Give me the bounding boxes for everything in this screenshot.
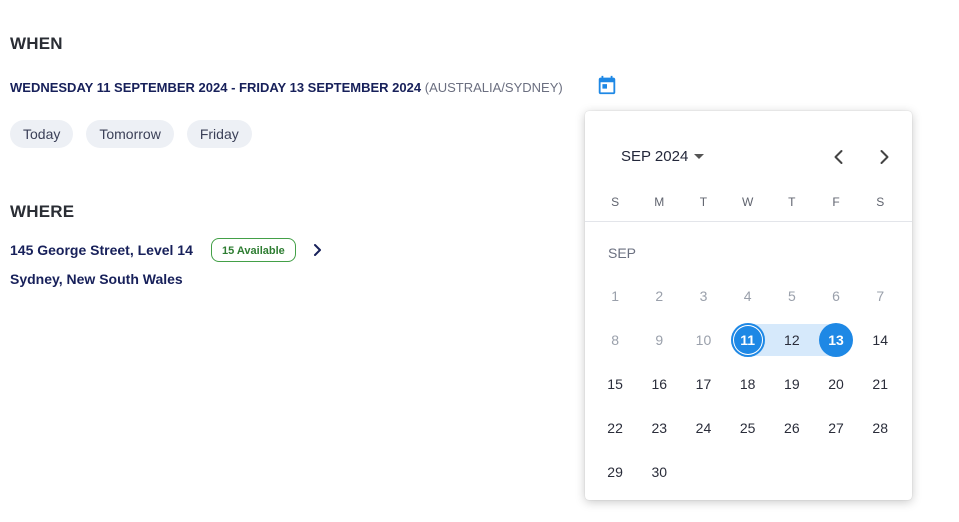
calendar-day-1: 1 [611,288,619,304]
date-picker-popup: SEP 2024 S M T W T F S SEP 1 2 3 4 5 6 7 8 9 10 11… [585,111,912,500]
calendar-day-29[interactable]: 29 [593,450,637,494]
weekday-label: W [741,195,754,209]
address-line-2: Sydney, New South Wales [10,271,183,287]
month-label: SEP [608,245,637,261]
chip-tomorrow[interactable]: Tomorrow [86,120,174,148]
calendar-day-22[interactable]: 22 [593,406,637,450]
weekday-header: S M T W T F S [593,195,902,209]
calendar-day-25[interactable]: 25 [726,406,770,450]
calendar-week-row: 1 2 3 4 5 6 7 [593,274,903,318]
calendar-day-9: 9 [655,332,664,348]
month-year-selector[interactable]: SEP 2024 [621,148,705,165]
weekday-label: M [654,195,665,209]
chip-friday[interactable]: Friday [186,120,252,148]
divider [585,221,912,222]
calendar-day-20[interactable]: 20 [814,362,858,406]
availability-badge: 15 Available [211,238,296,262]
weekday-label: F [832,195,840,209]
calendar-empty-cell [814,450,858,494]
calendar-week-row: 22 23 24 25 26 27 28 [593,406,903,450]
calendar-empty-cell [726,450,770,494]
weekday-label: S [611,195,620,209]
where-heading: WHERE [10,202,75,221]
calendar-day-26[interactable]: 26 [770,406,814,450]
calendar-day-30[interactable]: 30 [637,450,681,494]
date-range-text: WEDNESDAY 11 SEPTEMBER 2024 - FRIDAY 13 … [10,80,422,95]
calendar-week-row: 15 16 17 18 19 20 21 [593,362,903,406]
calendar-day-16[interactable]: 16 [637,362,681,406]
calendar-day-2: 2 [655,288,664,304]
chevron-right-icon[interactable] [872,145,896,169]
selected-date-range: WEDNESDAY 11 SEPTEMBER 2024 - FRIDAY 13 … [10,80,563,95]
calendar-empty-cell [681,450,725,494]
calendar-day-15[interactable]: 15 [593,362,637,406]
chip-today[interactable]: Today [10,120,74,148]
selected-day-marker: 11 [730,323,765,357]
calendar-day-21[interactable]: 21 [858,362,902,406]
address-line-1: 145 George Street, Level 14 [10,242,193,258]
month-year-label: SEP 2024 [621,148,689,165]
calendar-day-4: 4 [743,288,752,304]
calendar-day-12[interactable]: 12 [770,318,814,362]
weekday-label: T [788,195,796,209]
day-grid: 1 2 3 4 5 6 7 8 9 10 11 12 13 14 15 16 17 18 19 20 21 22 23 24 2… [593,274,903,494]
calendar-day-14[interactable]: 14 [858,318,902,362]
calendar-day-6: 6 [832,288,840,304]
calendar-day-24[interactable]: 24 [681,406,725,450]
calendar-week-row: 29 30 [593,450,903,494]
calendar-day-17[interactable]: 17 [681,362,725,406]
calendar-day-13[interactable]: 13 [814,318,858,362]
calendar-day-10: 10 [695,332,712,348]
calendar-day-7: 7 [876,288,885,304]
weekday-label: S [876,195,885,209]
calendar-day-23[interactable]: 23 [637,406,681,450]
chevron-right-icon[interactable] [311,242,325,258]
caret-down-icon [694,154,705,159]
calendar-day-11[interactable]: 11 [726,318,770,362]
calendar-day-27[interactable]: 27 [814,406,858,450]
weekday-label: T [699,195,708,209]
calendar-day-19[interactable]: 19 [770,362,814,406]
calendar-day-8: 8 [611,332,619,348]
calendar-week-row: 8 9 10 11 12 13 14 [593,318,903,362]
calendar-icon[interactable] [596,74,618,96]
calendar-day-5: 5 [787,288,796,304]
selected-day-marker: 13 [819,323,854,357]
calendar-day-28[interactable]: 28 [858,406,902,450]
chevron-left-icon[interactable] [827,145,851,169]
calendar-day-18[interactable]: 18 [726,362,770,406]
calendar-empty-cell [858,450,902,494]
calendar-day-3: 3 [699,288,708,304]
timezone-text: (AUSTRALIA/SYDNEY) [424,80,563,95]
when-heading: WHEN [10,34,63,53]
quick-pick-chips: Today Tomorrow Friday [10,120,252,148]
calendar-empty-cell [770,450,814,494]
